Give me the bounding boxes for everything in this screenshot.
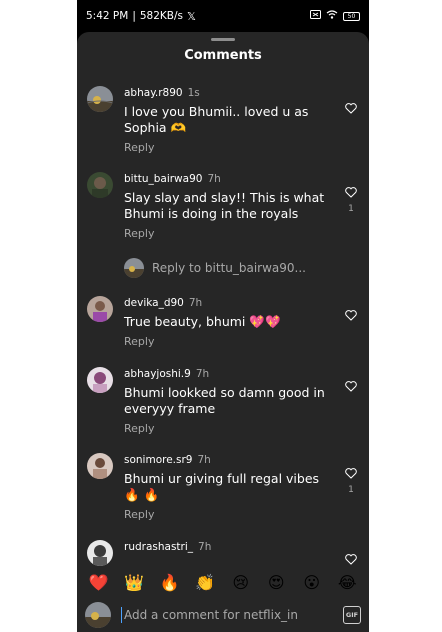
gif-button[interactable]: GIF bbox=[343, 606, 361, 624]
phone-screen: 5:42 PM | 582KB/s 𝕏 50 Comments abhay.r8… bbox=[77, 0, 369, 632]
comment-time: 1s bbox=[187, 87, 200, 99]
reply-button[interactable]: Reply bbox=[124, 508, 154, 521]
like-count: 1 bbox=[348, 485, 354, 495]
reply-button[interactable]: Reply bbox=[124, 141, 154, 154]
like-button[interactable]: 1 bbox=[343, 183, 359, 214]
avatar bbox=[124, 258, 144, 278]
emoji-bar: ❤️ 👑 🔥 👏 😢 😍 😮 😂 bbox=[77, 568, 369, 596]
comments-sheet: Comments abhay.r890 1s I love you Bhumii.… bbox=[77, 32, 369, 632]
comment-username[interactable]: abhay.r890 bbox=[124, 87, 183, 99]
avatar[interactable] bbox=[87, 86, 113, 112]
avatar[interactable] bbox=[87, 367, 113, 393]
comment-username[interactable]: bittu_bairwa90 bbox=[124, 173, 202, 185]
comment-composer: GIF bbox=[77, 598, 369, 632]
like-button[interactable] bbox=[343, 377, 359, 396]
emoji-surprised-button[interactable]: 😮 bbox=[301, 571, 323, 593]
like-count: 1 bbox=[348, 204, 354, 214]
comment-input[interactable] bbox=[121, 607, 343, 623]
heart-icon bbox=[345, 187, 357, 198]
heart-icon bbox=[345, 381, 357, 392]
like-button[interactable] bbox=[343, 550, 359, 569]
drag-handle[interactable] bbox=[211, 38, 235, 41]
avatar bbox=[85, 602, 111, 628]
comment-time: 7h bbox=[207, 173, 221, 185]
heart-icon bbox=[345, 554, 357, 565]
emoji-clap-button[interactable]: 👏 bbox=[194, 571, 216, 593]
avatar[interactable] bbox=[87, 540, 113, 566]
status-bar: 5:42 PM | 582KB/s 𝕏 50 bbox=[77, 0, 369, 32]
heart-icon bbox=[345, 468, 357, 479]
avatar[interactable] bbox=[87, 453, 113, 479]
avatar[interactable] bbox=[87, 172, 113, 198]
reply-thread-prompt[interactable]: Reply to bittu_bairwa90... bbox=[124, 258, 306, 278]
status-separator: | bbox=[132, 10, 136, 22]
reply-button[interactable]: Reply bbox=[124, 227, 154, 240]
status-network-speed: 582KB/s bbox=[139, 10, 183, 22]
x-logo-icon: 𝕏 bbox=[187, 9, 196, 23]
comment-username[interactable]: sonimore.sr9 bbox=[124, 454, 192, 466]
comment-text: Bhumi lookked so damn good in everyyy fr… bbox=[124, 385, 325, 416]
like-button[interactable] bbox=[343, 99, 359, 118]
comment-time: 7h bbox=[188, 297, 203, 309]
status-time: 5:42 PM bbox=[86, 10, 129, 22]
comment-time: 7h bbox=[198, 541, 212, 553]
comment-time: 7h bbox=[197, 454, 211, 466]
comment-username[interactable]: rudrashastri_ bbox=[124, 541, 193, 553]
comment-text: Slay slay and slay!! This is what Bhumi … bbox=[124, 190, 325, 221]
comment-time: 7h bbox=[195, 368, 210, 380]
emoji-crown-button[interactable]: 👑 bbox=[123, 571, 145, 593]
like-button[interactable]: 1 bbox=[343, 464, 359, 495]
like-button[interactable] bbox=[343, 306, 359, 325]
reply-button[interactable]: Reply bbox=[124, 335, 154, 348]
heart-icon bbox=[345, 310, 357, 321]
emoji-heart-button[interactable]: ❤️ bbox=[88, 571, 110, 593]
emoji-fire-button[interactable]: 🔥 bbox=[159, 571, 181, 593]
reply-button[interactable]: Reply bbox=[124, 422, 154, 435]
comment-username[interactable]: devika_d90 bbox=[124, 297, 184, 309]
comment-text: Bhumi ur giving full regal vibes 🔥 🔥 bbox=[124, 471, 320, 502]
sim-icon bbox=[310, 10, 321, 22]
emoji-sad-button[interactable]: 😢 bbox=[230, 571, 252, 593]
comment-username[interactable]: abhayjoshi.9 bbox=[124, 368, 191, 380]
comment-text: True beauty, bhumi 💖💖 bbox=[124, 314, 281, 329]
comment-text: I love you Bhumii.. loved u as Sophia 🫶 bbox=[124, 104, 309, 135]
emoji-laugh-button[interactable]: 😂 bbox=[336, 571, 358, 593]
emoji-heart-eyes-button[interactable]: 😍 bbox=[265, 571, 287, 593]
avatar[interactable] bbox=[87, 296, 113, 322]
sheet-title: Comments bbox=[184, 48, 262, 63]
reply-thread-text: Reply to bittu_bairwa90... bbox=[152, 261, 306, 275]
battery-icon: 50 bbox=[343, 11, 360, 21]
heart-icon bbox=[345, 103, 357, 114]
wifi-icon bbox=[326, 10, 338, 22]
